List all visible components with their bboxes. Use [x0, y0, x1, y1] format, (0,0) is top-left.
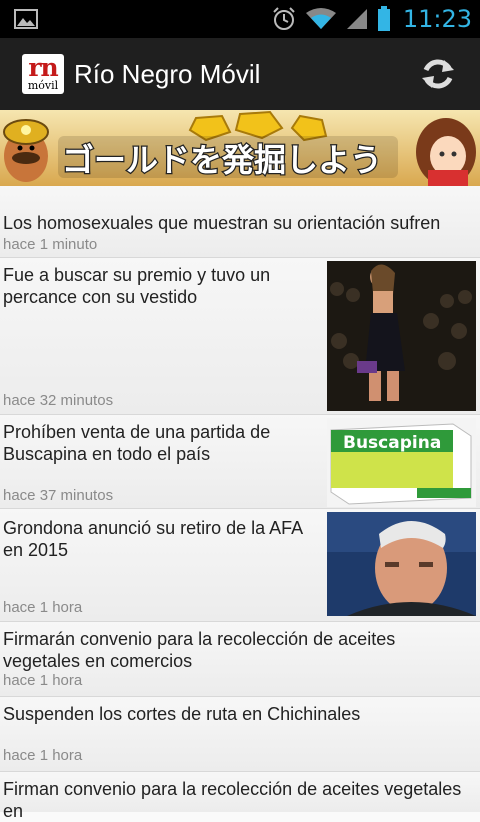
news-item[interactable]: Los homosexuales que muestran su orienta…: [0, 186, 480, 258]
news-title: Grondona anunció su retiro de la AFA en …: [3, 518, 303, 560]
girl-character: [416, 118, 476, 186]
status-bar: 11:23: [0, 0, 480, 38]
miner-character: [3, 119, 49, 182]
app-logo[interactable]: rn móvil: [22, 54, 64, 94]
ad-banner[interactable]: ゴールドを発掘しよう: [0, 110, 480, 186]
alarm-icon: [271, 6, 297, 32]
news-item[interactable]: Prohíben venta de una partida de Buscapi…: [0, 415, 480, 509]
logo-text: rn: [28, 54, 58, 82]
news-title: Suspenden los cortes de ruta en Chichina…: [3, 704, 361, 724]
news-thumbnail: [327, 261, 476, 411]
refresh-button[interactable]: [418, 54, 458, 94]
news-item[interactable]: Firmarán convenio para la recolección de…: [0, 622, 480, 697]
news-time: hace 1 hora: [3, 672, 83, 689]
app-bar: rn móvil Río Negro Móvil: [0, 38, 480, 112]
product-name: Buscapina: [343, 433, 441, 453]
news-title: Firman convenio para la recolección de a…: [3, 779, 462, 821]
news-time: hace 1 minuto: [3, 236, 98, 253]
news-item[interactable]: Grondona anunció su retiro de la AFA en …: [0, 509, 480, 622]
news-title: Prohíben venta de una partida de Buscapi…: [3, 422, 271, 464]
wifi-icon: [305, 7, 337, 31]
clock: 11:23: [402, 5, 472, 33]
news-time: hace 1 hora: [3, 599, 83, 616]
news-item[interactable]: Suspenden los cortes de ruta en Chichina…: [0, 697, 480, 772]
news-thumbnail: [327, 512, 476, 616]
refresh-icon: [422, 59, 454, 89]
news-title: Firmarán convenio para la recolección de…: [3, 629, 396, 671]
news-list: Los homosexuales que muestran su orienta…: [0, 186, 480, 821]
news-time: hace 37 minutos: [3, 487, 114, 504]
gold-icon: [188, 110, 328, 142]
banner-text: ゴールドを発掘しよう: [62, 141, 382, 179]
battery-icon: [377, 6, 391, 32]
news-time: hace 32 minutos: [3, 392, 114, 409]
news-thumbnail: Buscapina: [327, 418, 476, 507]
news-item[interactable]: Firman convenio para la recolección de a…: [0, 772, 480, 821]
picture-icon: [14, 9, 38, 34]
news-title: Los homosexuales que muestran su orienta…: [3, 213, 441, 233]
news-time: hace 1 hora: [3, 747, 83, 764]
news-item[interactable]: Fue a buscar su premio y tuvo un percanc…: [0, 258, 480, 415]
logo-subtext: móvil: [27, 79, 59, 92]
signal-icon: [345, 7, 369, 31]
news-title: Fue a buscar su premio y tuvo un percanc…: [3, 265, 271, 307]
app-title: Río Negro Móvil: [74, 59, 261, 89]
